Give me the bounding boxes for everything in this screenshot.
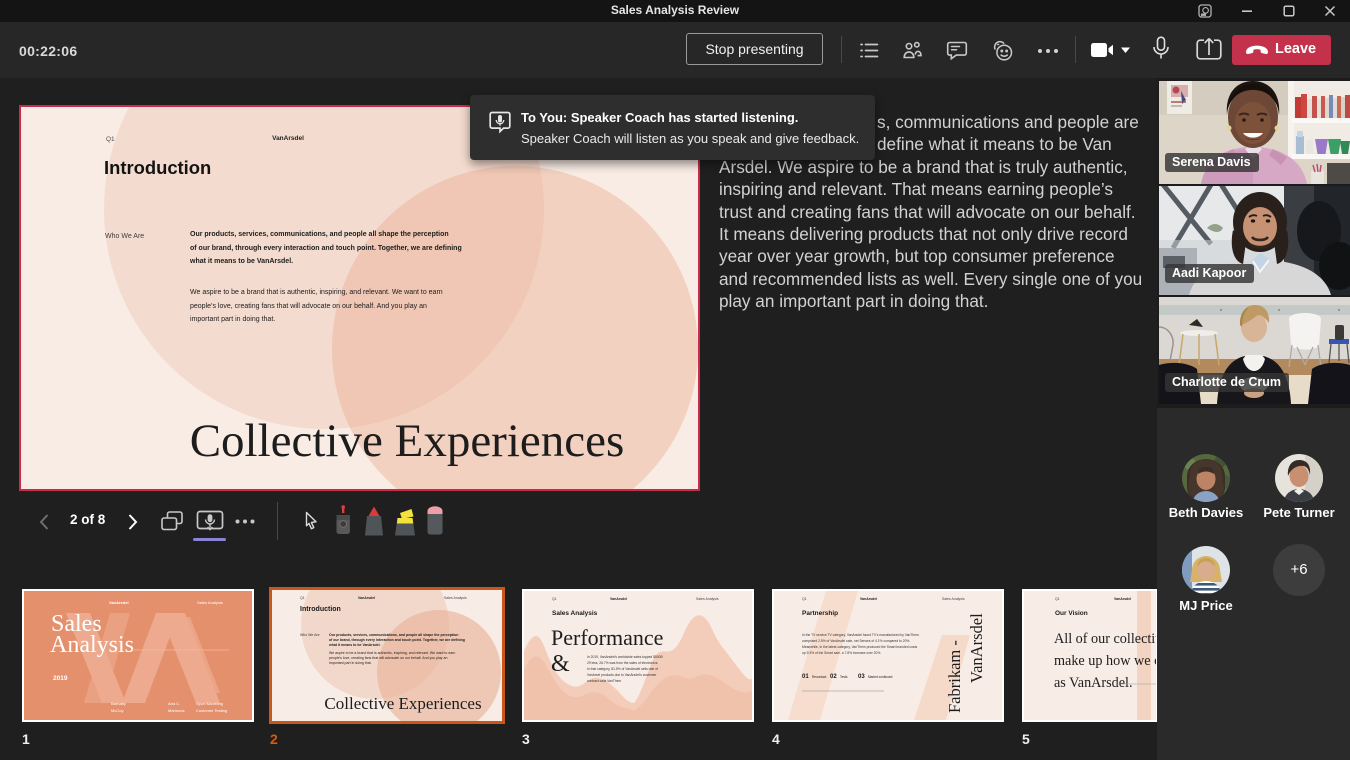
svg-text:Meanwhile, in the latest categ: Meanwhile, in the latest category, VanTh… [802,645,917,649]
svg-text:Sales Analysis: Sales Analysis [942,597,965,601]
svg-text:01: 01 [802,674,809,680]
svg-text:Sales Analysis: Sales Analysis [197,600,223,605]
svg-text:Partnership: Partnership [802,610,838,617]
svg-text:Sport Modeling: Sport Modeling [196,701,223,706]
svg-text:Who We Are: Who We Are [300,633,320,637]
svg-text:We aspire to be a brand that i: We aspire to be a brand that is authenti… [329,651,455,655]
svg-text:All of our collective experien: All of our collective experiences [1054,631,1156,647]
svg-text:29 less, 26.7% was from the sa: 29 less, 26.7% was from the sales of ele… [587,661,658,665]
svg-text:VanArsdel: VanArsdel [109,600,129,605]
svg-text:02: 02 [830,674,837,680]
svg-text:up 9.3% of the Smart sale, a 7: up 9.3% of the Smart sale, a 7.8% increa… [802,651,881,655]
svg-text:Sales Analysis: Sales Analysis [444,596,467,600]
svg-text:Q1: Q1 [552,597,557,601]
svg-text:Sales Analysis: Sales Analysis [552,610,598,617]
svg-text:important part in doing that.: important part in doing that. [329,661,372,665]
svg-text:In 2019, VanArsdel's worldwide: In 2019, VanArsdel's worldwide sales top… [587,655,664,659]
svg-text:Tests: Tests [840,675,848,679]
svg-text:McCoy: McCoy [111,708,123,713]
svg-text:03: 03 [858,674,865,680]
svg-text:VanArsel products due to VanAr: VanArsel products due to VanArsdel's cus… [587,673,657,677]
svg-text:what it means to be VanArsdel.: what it means to be VanArsdel. [328,643,381,647]
svg-text:contract calls VanThem: contract calls VanThem [587,679,621,683]
svg-text:2019: 2019 [53,675,68,682]
svg-text:VanArsdel: VanArsdel [358,596,375,600]
svg-text:VanArsdel: VanArsdel [1114,597,1131,601]
svg-text:make up how we connect: make up how we connect [1054,653,1156,669]
svg-text:In the TV service TV category,: In the TV service TV category, VanArsdel… [802,633,919,637]
svg-text:Customer Testing: Customer Testing [196,708,227,713]
svg-text:Sales Analysis: Sales Analysis [696,597,719,601]
svg-text:people's love, creating fans t: people's love, creating fans that will a… [329,656,447,660]
svg-text:VanArsdel: VanArsdel [967,613,986,683]
svg-text:Performance: Performance [551,625,663,650]
svg-text:as VanArsdel.: as VanArsdel. [1054,675,1133,691]
svg-text:Fabrikam -: Fabrikam - [945,640,964,713]
svg-text:Q1: Q1 [1055,597,1060,601]
svg-text:&: & [551,651,570,677]
svg-text:of our brand, through every in: of our brand, through every interaction … [329,638,465,642]
svg-text:Our products, services, commun: Our products, services, communications, … [329,633,458,637]
svg-text:Barnaby: Barnaby [111,701,126,706]
svg-text:Aria C.: Aria C. [168,701,180,706]
svg-text:Analysis: Analysis [50,632,134,658]
svg-text:Introduction: Introduction [300,606,341,613]
svg-text:VanArsdel: VanArsdel [610,597,627,601]
svg-text:In that category, 81.5% of Van: In that category, 81.5% of VanArsdel sel… [587,667,658,671]
svg-text:Recontact: Recontact [812,675,826,679]
svg-text:VanArsdel: VanArsdel [860,597,877,601]
svg-text:Market continued: Market continued [868,675,893,679]
svg-text:Collective Experiences: Collective Experiences [324,694,481,713]
svg-text:comprised 2.5% of VanArsdel sa: comprised 2.5% of VanArsdel sale, net Se… [802,639,910,643]
svg-text:Q1: Q1 [300,596,305,600]
svg-text:Our Vision: Our Vision [1055,610,1088,617]
svg-text:Marinova: Marinova [168,708,185,713]
svg-text:Q1: Q1 [802,597,807,601]
